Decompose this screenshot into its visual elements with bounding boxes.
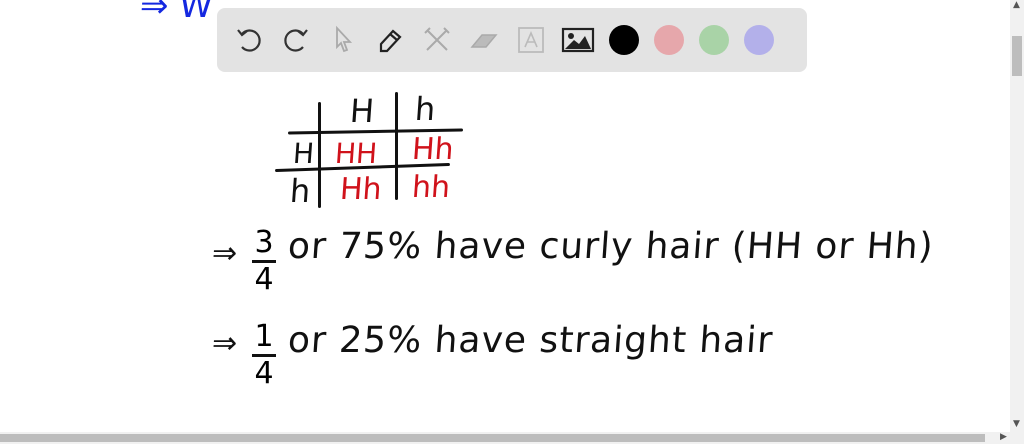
text-icon [518,27,544,53]
tools-button[interactable] [419,22,455,58]
vertical-scrollbar[interactable]: ▲ ▼ [1010,0,1024,432]
cell-HH: HH [333,137,379,170]
vertical-scroll-thumb[interactable] [1012,36,1022,76]
color-green[interactable] [699,25,729,55]
arrow-2: ⇒ [210,326,239,361]
cell-hh: hh [410,170,452,205]
color-red[interactable] [654,25,684,55]
arrow-1: ⇒ [210,236,239,271]
denominator: 4 [254,356,274,391]
scroll-down-icon[interactable]: ▼ [1013,419,1020,429]
horizontal-scrollbar[interactable]: ▶ [0,432,1024,444]
undo-icon [237,29,261,52]
color-purple[interactable] [744,25,774,55]
numerator: 3 [254,225,274,260]
fraction-3-4: 3 4 [252,228,276,295]
cell-Hh-bottom: Hh [338,172,383,207]
image-button[interactable] [560,22,596,58]
scroll-right-icon[interactable]: ▶ [1000,432,1007,442]
horizontal-scroll-thumb[interactable] [0,434,985,442]
image-icon [561,27,595,53]
redo-button[interactable] [278,22,314,58]
note-text-1: or 75% have curly hair (HH or Hh) [286,226,936,267]
note-text-2: or 25% have straight hair [286,320,775,361]
undo-button[interactable] [231,22,267,58]
drawing-toolbar [217,8,807,72]
numerator: 1 [254,319,274,354]
text-button[interactable] [513,22,549,58]
tools-icon [424,27,450,51]
select-icon [336,25,353,53]
fraction-1-4: 1 4 [252,322,276,389]
select-button[interactable] [325,22,361,58]
row-header-2: h [288,172,312,210]
scroll-up-icon[interactable]: ▲ [1013,0,1020,10]
col-header-1: H [348,92,376,130]
eraser-icon [470,34,498,48]
redo-icon [284,29,308,52]
color-black[interactable] [609,25,639,55]
col-header-2: h [413,90,437,128]
top-arrow-note: ⇒ W [138,0,215,26]
eraser-button[interactable] [466,22,502,58]
row-header-1: H [291,137,316,170]
pen-icon [379,29,402,53]
cell-Hh-top: Hh [410,132,455,167]
denominator: 4 [254,262,274,297]
pen-button[interactable] [372,22,408,58]
